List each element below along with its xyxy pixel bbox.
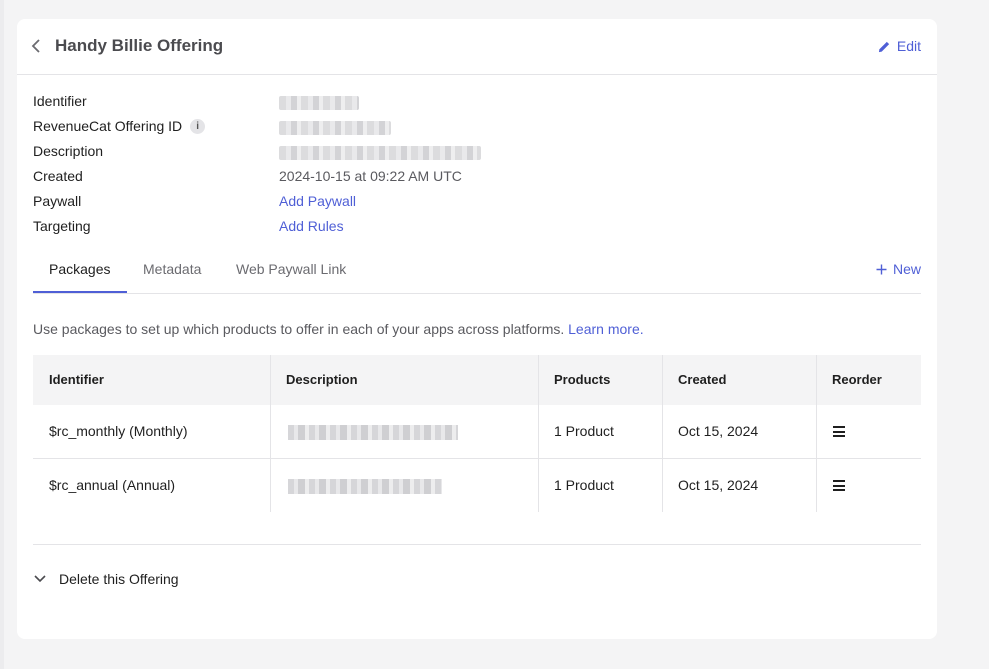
active-tab-indicator <box>33 291 127 293</box>
packages-intro: Use packages to set up which products to… <box>33 321 644 337</box>
created-value: 2024-10-15 at 09:22 AM UTC <box>279 168 462 184</box>
new-package-button[interactable]: New <box>876 261 921 277</box>
column-divider <box>270 355 271 512</box>
info-icon[interactable]: i <box>190 118 206 134</box>
column-header-products: Products <box>554 372 611 387</box>
detail-label: Targeting <box>33 218 91 234</box>
chevron-left-icon[interactable] <box>31 39 43 53</box>
delete-offering-toggle[interactable]: Delete this Offering <box>33 571 179 587</box>
detail-row-description: Description <box>33 143 913 163</box>
delete-offering-label: Delete this Offering <box>59 571 179 587</box>
tab-packages[interactable]: Packages <box>49 261 110 277</box>
detail-label-text: RevenueCat Offering ID <box>33 118 183 134</box>
page-title: Handy Billie Offering <box>55 36 224 55</box>
redacted-value <box>279 96 359 110</box>
package-created: Oct 15, 2024 <box>678 477 759 493</box>
column-header-created: Created <box>678 372 727 387</box>
detail-label: Identifier <box>33 93 87 109</box>
chevron-down-icon <box>34 575 46 583</box>
column-header-reorder: Reorder <box>832 372 882 387</box>
detail-row-created: Created 2024-10-15 at 09:22 AM UTC <box>33 168 913 188</box>
tab-web-paywall-link[interactable]: Web Paywall Link <box>236 261 346 277</box>
edit-button[interactable]: Edit <box>878 38 921 54</box>
table-header: Identifier Description Products Created … <box>33 355 921 405</box>
redacted-description <box>288 425 458 440</box>
column-divider <box>662 355 663 512</box>
drag-handle-icon[interactable] <box>833 480 845 491</box>
detail-label: Paywall <box>33 193 82 209</box>
new-label: New <box>892 261 921 277</box>
page-edge <box>0 0 4 669</box>
detail-row-paywall: Paywall Add Paywall <box>33 193 913 213</box>
package-identifier: $rc_monthly (Monthly) <box>49 423 188 439</box>
detail-label: Description <box>33 143 104 159</box>
detail-row-targeting: Targeting Add Rules <box>33 218 913 238</box>
offering-header: Handy Billie Offering Edit <box>17 19 937 75</box>
package-identifier: $rc_annual (Annual) <box>49 477 176 493</box>
package-created: Oct 15, 2024 <box>678 423 759 439</box>
detail-label: Created <box>33 168 83 184</box>
detail-row-identifier: Identifier <box>33 93 913 113</box>
redacted-value <box>279 146 481 160</box>
offering-tabs: Packages Metadata Web Paywall Link New <box>33 251 921 294</box>
edit-label: Edit <box>896 38 921 54</box>
add-paywall-link[interactable]: Add Paywall <box>279 193 356 209</box>
section-divider <box>33 544 921 545</box>
redacted-value <box>279 121 391 135</box>
offering-card: Handy Billie Offering Edit Identifier Re… <box>17 19 937 639</box>
column-header-identifier: Identifier <box>49 372 104 387</box>
table-row[interactable]: $rc_monthly (Monthly) 1 Product Oct 15, … <box>33 405 921 459</box>
column-divider <box>816 355 817 512</box>
table-row[interactable]: $rc_annual (Annual) 1 Product Oct 15, 20… <box>33 459 921 512</box>
detail-label: RevenueCat Offering ID i <box>33 118 206 134</box>
package-products: 1 Product <box>554 477 614 493</box>
add-rules-link[interactable]: Add Rules <box>279 218 344 234</box>
package-products: 1 Product <box>554 423 614 439</box>
column-header-description: Description <box>286 372 358 387</box>
redacted-description <box>288 479 442 494</box>
drag-handle-icon[interactable] <box>833 426 845 437</box>
plus-icon <box>876 264 887 274</box>
column-divider <box>538 355 539 512</box>
pencil-icon <box>878 41 890 52</box>
tab-metadata[interactable]: Metadata <box>143 261 201 277</box>
detail-row-offering-id: RevenueCat Offering ID i <box>33 118 913 138</box>
learn-more-link[interactable]: Learn more. <box>568 321 643 337</box>
packages-intro-text: Use packages to set up which products to… <box>33 321 565 337</box>
